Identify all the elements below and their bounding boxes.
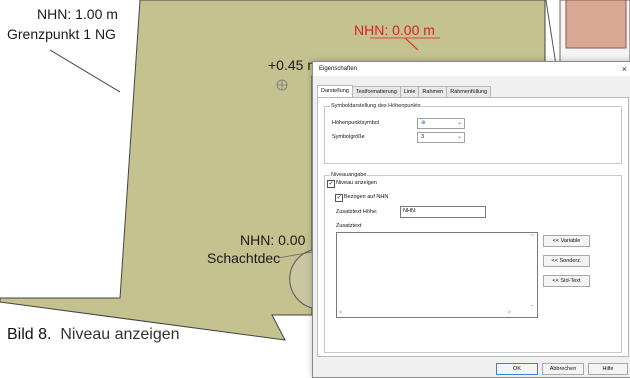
zusatztext-label: Zusatztext — [336, 223, 362, 229]
show-level-checkbox[interactable]: ✓ — [327, 180, 335, 188]
variable-button[interactable]: << Variable — [543, 235, 590, 247]
size-select-value: 3 — [421, 134, 425, 140]
scroll-left-icon[interactable]: < — [339, 310, 343, 316]
dialog-title: Eigenschaften — [319, 66, 358, 72]
zusatz-hoehe-input[interactable]: NHN: — [400, 206, 486, 218]
building-roof — [565, 0, 627, 49]
close-icon[interactable]: × — [622, 64, 627, 74]
zusatz-hoehe-value: NHN: — [403, 208, 417, 214]
niveau-group: Niveauangabe ✓ Niveau anzeigen ✓ Bezogen… — [324, 172, 622, 353]
figure-caption: Bild 8. Niveau anzeigen — [7, 326, 180, 344]
nhn-red-label: NHN: 0.00 m — [354, 22, 435, 38]
sonderzeichen-button[interactable]: << Sonderz. — [543, 255, 590, 267]
chevron-down-icon: ⌄ — [456, 134, 462, 140]
figure-number: Bild 8. — [7, 326, 52, 343]
ok-button[interactable]: OK — [496, 363, 538, 375]
cancel-button[interactable]: Abbrechen — [542, 363, 584, 375]
leader-line — [49, 49, 121, 93]
symbol-group: Symboldarstellung des Höhenpunkts Höhenp… — [324, 103, 622, 164]
scroll-down-icon[interactable]: ⌄ — [529, 301, 534, 308]
boundary-line — [545, 0, 557, 66]
figure-caption-text: Niveau anzeigen — [60, 326, 180, 343]
nhn-left-label: NHN: 1.00 m — [37, 6, 118, 22]
ref-nhn-label: Bezogen auf NHN — [344, 194, 389, 200]
tab-panel: Symboldarstellung des Höhenpunkts Höhenp… — [317, 97, 629, 357]
tab-strip: Darstellung Textformatierung Linie Rahme… — [317, 85, 492, 98]
symbol-select-value: ⊕ — [421, 120, 426, 126]
ref-nhn-checkbox[interactable]: ✓ — [335, 194, 343, 202]
zusatz-hoehe-label: Zusatztext Höhe: — [336, 209, 378, 215]
properties-dialog: Eigenschaften × Darstellung Textformatie… — [312, 61, 630, 378]
std-text-button[interactable]: << Std-Text — [543, 275, 590, 287]
grenzpunkt-label: Grenzpunkt 1 NG — [7, 26, 116, 42]
size-select[interactable]: 3 ⌄ — [417, 132, 465, 143]
schacht-label: Schachtdec — [207, 250, 281, 266]
crosshair-icon — [276, 79, 288, 91]
symbol-label: Höhenpunktsymbol — [332, 120, 380, 126]
zusatztext-textarea[interactable]: ^ ⌄ < > — [336, 232, 538, 318]
scroll-up-icon[interactable]: ^ — [531, 234, 534, 240]
symbol-group-title: Symboldarstellung des Höhenpunkts — [330, 103, 422, 109]
show-level-label: Niveau anzeigen — [336, 180, 377, 186]
niveau-group-title: Niveauangabe — [330, 172, 368, 178]
size-label: Symbolgröße — [332, 134, 365, 140]
symbol-select[interactable]: ⊕ ⌄ — [417, 118, 465, 129]
scroll-right-icon[interactable]: > — [507, 310, 511, 316]
dialog-titlebar[interactable]: Eigenschaften × — [313, 62, 630, 76]
help-button[interactable]: Hilfe — [588, 363, 628, 375]
nhn-bottom-label: NHN: 0.00 — [240, 232, 306, 248]
chevron-down-icon: ⌄ — [456, 120, 462, 126]
